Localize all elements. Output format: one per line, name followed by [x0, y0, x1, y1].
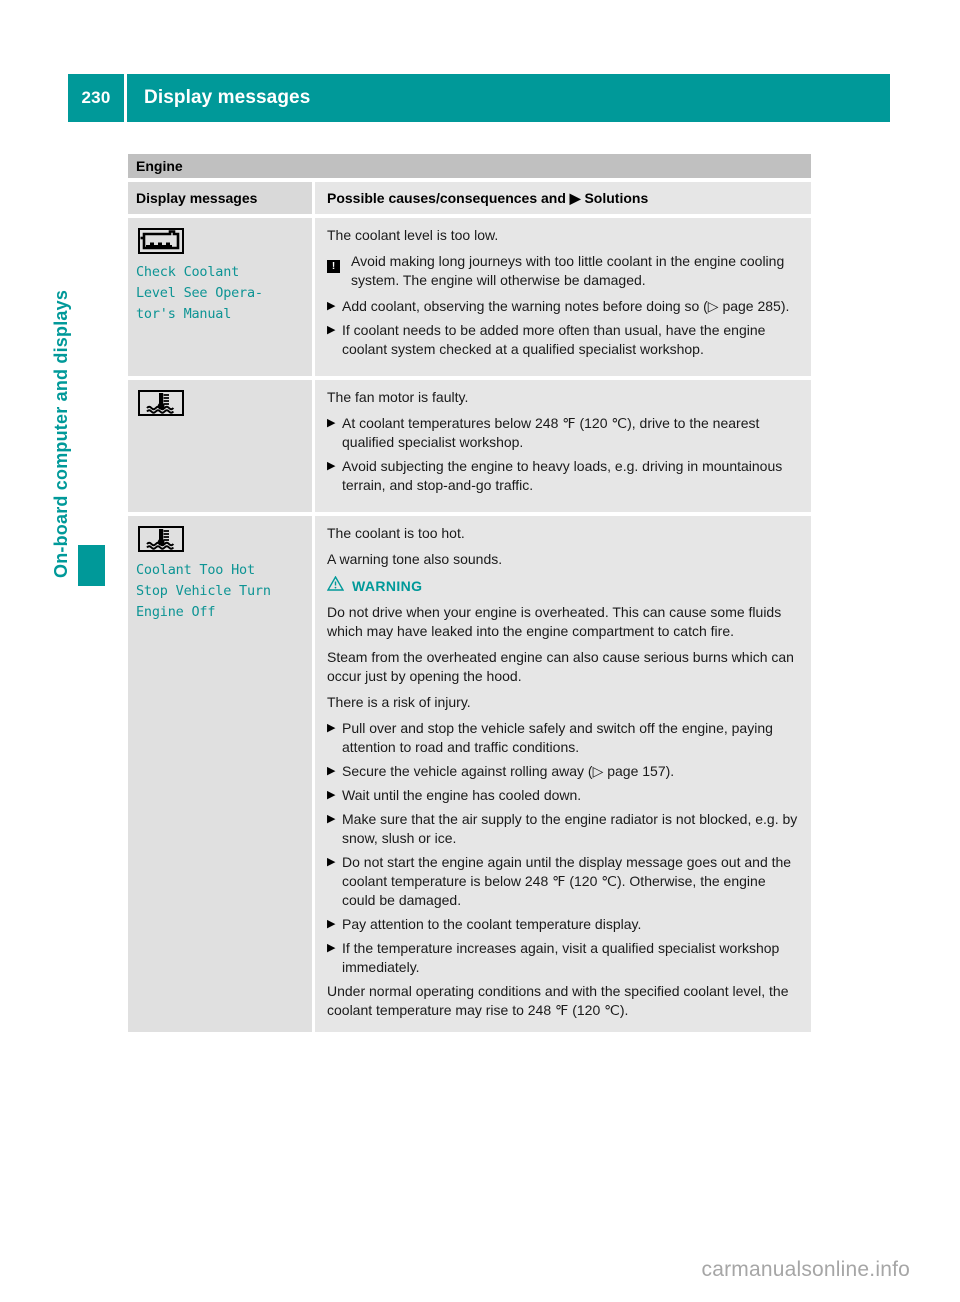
solution-marker-icon: ▶ — [327, 813, 336, 825]
solution-bullet: ▶ At coolant temperatures below 248 ℉ (12… — [327, 414, 801, 452]
chapter-side-tab-label: On-board computer and displays — [50, 289, 71, 578]
display-message-cell: Check Coolant Level See Opera- tor's Man… — [128, 218, 312, 376]
column-header-causes-cell: Possible causes/consequences and ▶ Solut… — [312, 182, 811, 214]
solution-bullet-text: Pay attention to the coolant temperature… — [342, 916, 642, 932]
solution-marker-icon: ▶ — [327, 722, 336, 734]
solution-bullet: ▶ If coolant needs to be added more often… — [327, 321, 801, 359]
coolant-temperature-glyph — [146, 529, 175, 550]
coolant-reservoir-icon — [138, 228, 184, 254]
display-message-cell — [128, 380, 312, 512]
coolant-temperature-glyph — [146, 393, 175, 414]
body-paragraph: The fan motor is faulty. — [327, 389, 469, 405]
table-row: Check Coolant Level See Opera- tor's Man… — [128, 218, 811, 380]
coolant-temperature-icon — [138, 390, 184, 416]
solution-bullet-text: At coolant temperatures below 248 ℉ (120… — [342, 415, 760, 450]
body-paragraph: The coolant is too hot. — [327, 525, 465, 541]
warning-triangle-icon — [326, 575, 345, 596]
column-header-display-messages: Display messages — [136, 190, 258, 206]
warning-heading: WARNING — [326, 575, 801, 596]
solution-marker-icon: ▶ — [327, 942, 336, 954]
page-header-band: 230 Display messages — [68, 74, 890, 122]
solution-bullet-text: Add coolant, observing the warning notes… — [342, 298, 790, 314]
causes-solutions-cell: The coolant is too hot. A warning tone al… — [312, 516, 811, 1032]
solution-bullet: ▶ Avoid subjecting the engine to heavy lo… — [327, 457, 801, 495]
coolant-reservoir-glyph — [140, 230, 180, 250]
cluster-display-text: Check Coolant Level See Opera- tor's Man… — [136, 264, 263, 322]
page-title: Display messages — [144, 87, 311, 108]
column-header-causes-solutions: Possible causes/consequences and ▶ Solut… — [327, 189, 801, 207]
warning-label: WARNING — [352, 578, 423, 594]
note-block: ! Avoid making long journeys with too lit… — [327, 252, 801, 290]
chapter-side-tab-marker — [78, 545, 105, 586]
solution-marker-icon: ▶ — [327, 324, 336, 336]
solution-marker-icon: ▶ — [327, 765, 336, 777]
solution-marker-icon: ▶ — [327, 856, 336, 868]
body-paragraph: Under normal operating conditions and wi… — [327, 983, 789, 1018]
solution-bullet: ▶ If the temperature increases again, vis… — [327, 939, 801, 977]
solution-bullet-text: Do not start the engine again until the … — [342, 854, 792, 908]
exclamation-glyph: ! — [327, 260, 340, 273]
coolant-temperature-icon — [138, 526, 184, 552]
body-paragraph: Do not drive when your engine is overhea… — [327, 604, 782, 639]
table-row: Coolant Too Hot Stop Vehicle Turn Engine… — [128, 516, 811, 1036]
solution-bullet: ▶ Secure the vehicle against rolling away… — [327, 762, 801, 781]
footer-watermark: carmanualsonline.info — [701, 1258, 910, 1281]
column-header-causes-prefix: Possible causes/consequences and — [327, 190, 566, 206]
solution-bullet-text: Secure the vehicle against rolling away … — [342, 763, 675, 779]
solution-bullet: ▶ Make sure that the air supply to the en… — [327, 810, 801, 848]
solution-marker-icon: ▶ — [569, 190, 581, 206]
display-messages-table: Engine Display messages Possible causes/… — [128, 154, 811, 1036]
solution-bullet: ▶ Pull over and stop the vehicle safely a… — [327, 719, 801, 757]
solution-marker-icon: ▶ — [327, 789, 336, 801]
body-paragraph: The coolant level is too low. — [327, 227, 499, 243]
solution-bullet-text: Pull over and stop the vehicle safely an… — [342, 720, 773, 755]
page-number: 230 — [81, 88, 111, 107]
column-header-solutions-suffix: Solutions — [584, 190, 649, 206]
solution-bullet-text: If the temperature increases again, visi… — [342, 940, 780, 975]
body-paragraph: A warning tone also sounds. — [327, 551, 503, 567]
solution-bullet: ▶ Wait until the engine has cooled down. — [327, 786, 801, 805]
warning-triangle-glyph — [326, 575, 345, 591]
causes-solutions-cell: The fan motor is faulty. ▶ At coolant temp… — [312, 380, 811, 512]
chapter-side-tab: On-board computer and displays — [51, 178, 112, 578]
solution-marker-icon: ▶ — [327, 918, 336, 930]
column-header-display-messages-cell: Display messages — [128, 182, 312, 214]
solution-marker-icon: ▶ — [327, 417, 336, 429]
solution-bullet: ▶ Do not start the engine again until the… — [327, 853, 801, 910]
solution-bullet-text: If coolant needs to be added more often … — [342, 322, 766, 357]
solution-marker-icon: ▶ — [327, 460, 336, 472]
solution-bullet: ▶ Add coolant, observing the warning note… — [327, 297, 801, 316]
section-heading: Engine — [128, 154, 811, 178]
table-row: The fan motor is faulty. ▶ At coolant temp… — [128, 380, 811, 516]
solution-bullet-text: Avoid subjecting the engine to heavy loa… — [342, 458, 783, 493]
solution-bullet-text: Wait until the engine has cooled down. — [342, 787, 582, 803]
solution-marker-icon: ▶ — [327, 300, 336, 312]
display-message-cell: Coolant Too Hot Stop Vehicle Turn Engine… — [128, 516, 312, 1032]
causes-solutions-cell: The coolant level is too low.! Avoid maki… — [312, 218, 811, 376]
body-paragraph: Steam from the overheated engine can als… — [327, 649, 794, 684]
cluster-display-text: Coolant Too Hot Stop Vehicle Turn Engine… — [136, 562, 271, 620]
table-header-row: Display messages Possible causes/consequ… — [128, 182, 811, 218]
solution-bullet: ▶ Pay attention to the coolant temperatur… — [327, 915, 801, 934]
solution-bullet-text: Make sure that the air supply to the eng… — [342, 811, 798, 846]
body-paragraph: There is a risk of injury. — [327, 694, 471, 710]
exclamation-box-icon: ! — [327, 252, 351, 290]
note-text: Avoid making long journeys with too litt… — [351, 253, 785, 288]
